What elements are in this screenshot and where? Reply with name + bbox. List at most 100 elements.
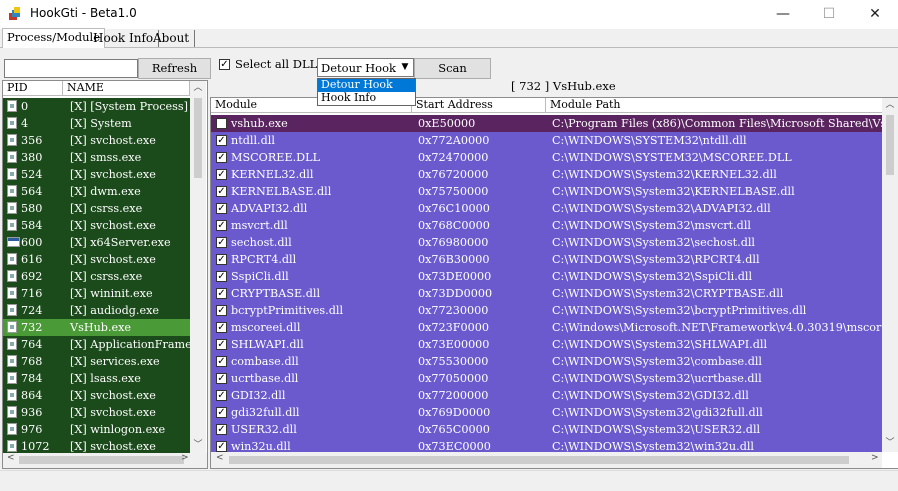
module-checkbox[interactable]: ✓ (216, 203, 227, 214)
process-row[interactable]: 768 [X] services.exe (3, 353, 190, 370)
module-row[interactable]: ✓ SHLWAPI.dll 0x73E00000 C:\WINDOWS\System3… (211, 336, 882, 353)
module-row[interactable]: ✓ ntdll.dll 0x772A0000 C:\WINDOWS\SYSTEM32\… (211, 132, 882, 149)
module-row[interactable]: ✓ combase.dll 0x75530000 C:\WINDOWS\System3… (211, 353, 882, 370)
process-row[interactable]: 724 [X] audiodg.exe (3, 302, 190, 319)
module-row[interactable]: ✓ bcryptPrimitives.dll 0x77230000 C:\WINDOW… (211, 302, 882, 319)
scrollbar-thumb[interactable] (194, 98, 202, 178)
select-all-checkbox[interactable]: ✓ (219, 59, 230, 70)
module-row[interactable]: ✓ CRYPTBASE.dll 0x73DD0000 C:\WINDOWS\Syste… (211, 285, 882, 302)
module-checkbox[interactable]: ✓ (216, 271, 227, 282)
refresh-button[interactable]: Refresh (138, 58, 211, 79)
module-checkbox[interactable]: ✓ (216, 152, 227, 163)
module-checkbox[interactable]: ✓ (216, 135, 227, 146)
scroll-right-icon[interactable]: > (871, 453, 879, 463)
module-row[interactable]: ✓ SspiCli.dll 0x73DE0000 C:\WINDOWS\System3… (211, 268, 882, 285)
module-start-address: 0xE50000 (418, 117, 476, 130)
process-row[interactable]: 616 [X] svchost.exe (3, 251, 190, 268)
process-row[interactable]: 732 VsHub.exe (3, 319, 190, 336)
module-name: sechost.dll (231, 236, 292, 249)
process-row[interactable]: 692 [X] csrss.exe (3, 268, 190, 285)
document-icon (7, 355, 17, 367)
document-icon (7, 100, 17, 112)
close-button[interactable]: ✕ (852, 0, 898, 29)
module-list-hscrollbar[interactable]: < > (211, 452, 882, 468)
module-row[interactable]: ✓ mscoreei.dll 0x723F0000 C:\Windows\Micros… (211, 319, 898, 336)
tab-about[interactable]: About (148, 30, 196, 47)
module-checkbox[interactable]: ✓ (216, 424, 227, 435)
process-list-hscrollbar[interactable]: < > (2, 453, 208, 469)
scroll-up-icon[interactable]: ︿ (882, 98, 898, 112)
module-row[interactable]: ✓ sechost.dll 0x76980000 C:\WINDOWS\System3… (211, 234, 882, 251)
module-checkbox[interactable]: ✓ (216, 356, 227, 367)
module-row[interactable]: ✓ GDI32.dll 0x77200000 C:\WINDOWS\System32\… (211, 387, 882, 404)
module-checkbox[interactable]: ✓ (216, 254, 227, 265)
process-row[interactable]: 584 [X] svchost.exe (3, 217, 190, 234)
module-checkbox[interactable] (216, 118, 227, 129)
module-row[interactable]: ✓ MSCOREE.DLL 0x72470000 C:\WINDOWS\SYSTEM3… (211, 149, 882, 166)
process-row[interactable]: 4 [X] System (3, 115, 190, 132)
module-name: ntdll.dll (231, 134, 275, 147)
module-row[interactable]: ✓ KERNELBASE.dll 0x75750000 C:\WINDOWS\Syst… (211, 183, 882, 200)
scroll-down-icon[interactable]: ﹀ (882, 436, 898, 450)
process-row[interactable]: 976 [X] winlogon.exe (3, 421, 190, 438)
hscrollbar-thumb[interactable] (229, 456, 849, 464)
scroll-right-icon[interactable]: > (181, 453, 189, 463)
minimize-button[interactable]: — (760, 0, 806, 29)
process-row[interactable]: 936 [X] svchost.exe (3, 404, 190, 421)
process-list-scrollbar[interactable]: ︿ ﹀ (190, 81, 206, 454)
process-name: [X] svchost.exe (70, 406, 156, 419)
module-row[interactable]: ✓ ADVAPI32.dll 0x76C10000 C:\WINDOWS\System… (211, 200, 882, 217)
column-header-pid[interactable]: PID (3, 81, 63, 96)
module-list-scrollbar[interactable]: ︿ ﹀ (882, 98, 898, 452)
hscrollbar-thumb[interactable] (19, 456, 184, 464)
process-row[interactable]: 600 [X] x64Server.exe (3, 234, 190, 251)
scroll-down-icon[interactable]: ﹀ (190, 438, 206, 452)
module-row[interactable]: ✓ gdi32full.dll 0x769D0000 C:\WINDOWS\Syste… (211, 404, 882, 421)
maximize-button[interactable]: ☐ (806, 0, 852, 29)
process-row[interactable]: 784 [X] lsass.exe (3, 370, 190, 387)
module-checkbox[interactable]: ✓ (216, 237, 227, 248)
module-path: C:\WINDOWS\SYSTEM32\MSCOREE.DLL (552, 151, 792, 164)
process-row[interactable]: 716 [X] wininit.exe (3, 285, 190, 302)
process-row[interactable]: 580 [X] csrss.exe (3, 200, 190, 217)
module-checkbox[interactable]: ✓ (216, 220, 227, 231)
module-checkbox[interactable]: ✓ (216, 373, 227, 384)
module-row[interactable]: ✓ KERNEL32.dll 0x76720000 C:\WINDOWS\System… (211, 166, 882, 183)
column-header-start-address[interactable]: Start Address (412, 98, 546, 113)
document-icon (7, 117, 17, 129)
process-row[interactable]: 0 [X] [System Process] (3, 98, 190, 115)
module-row[interactable]: vshub.exe 0xE50000 C:\Program Files (x86)\… (211, 115, 898, 132)
module-row[interactable]: ✓ ucrtbase.dll 0x77050000 C:\WINDOWS\System… (211, 370, 882, 387)
column-header-module-path[interactable]: Module Path (546, 98, 882, 113)
process-row[interactable]: 764 [X] ApplicationFrameHos (3, 336, 207, 353)
module-checkbox[interactable]: ✓ (216, 305, 227, 316)
document-icon (7, 321, 17, 333)
process-row[interactable]: 864 [X] svchost.exe (3, 387, 190, 404)
process-row[interactable]: 524 [X] svchost.exe (3, 166, 190, 183)
scroll-left-icon[interactable]: < (216, 453, 224, 463)
chevron-down-icon[interactable]: ▼ (398, 60, 412, 75)
module-checkbox[interactable]: ✓ (216, 288, 227, 299)
module-checkbox[interactable]: ✓ (216, 186, 227, 197)
module-checkbox[interactable]: ✓ (216, 407, 227, 418)
module-checkbox[interactable]: ✓ (216, 339, 227, 350)
column-header-name[interactable]: NAME (63, 81, 190, 96)
module-checkbox[interactable]: ✓ (216, 441, 227, 452)
scroll-up-icon[interactable]: ︿ (190, 81, 206, 95)
scan-button[interactable]: Scan (414, 58, 491, 79)
scroll-left-icon[interactable]: < (7, 453, 15, 463)
module-row[interactable]: ✓ USER32.dll 0x765C0000 C:\WINDOWS\System32… (211, 421, 882, 438)
process-name: [X] svchost.exe (70, 389, 156, 402)
module-checkbox[interactable]: ✓ (216, 390, 227, 401)
module-checkbox[interactable]: ✓ (216, 322, 227, 333)
process-row[interactable]: 356 [X] svchost.exe (3, 132, 190, 149)
module-checkbox[interactable]: ✓ (216, 169, 227, 180)
hook-mode-select[interactable]: Detour Hook ▼ (317, 58, 414, 77)
module-row[interactable]: ✓ msvcrt.dll 0x768C0000 C:\WINDOWS\System32… (211, 217, 882, 234)
process-row[interactable]: 564 [X] dwm.exe (3, 183, 190, 200)
search-input[interactable] (4, 59, 138, 78)
dropdown-option-hook-info[interactable]: Hook Info (318, 92, 415, 105)
scrollbar-thumb[interactable] (886, 115, 894, 175)
process-row[interactable]: 380 [X] smss.exe (3, 149, 190, 166)
module-row[interactable]: ✓ RPCRT4.dll 0x76B30000 C:\WINDOWS\System32… (211, 251, 882, 268)
